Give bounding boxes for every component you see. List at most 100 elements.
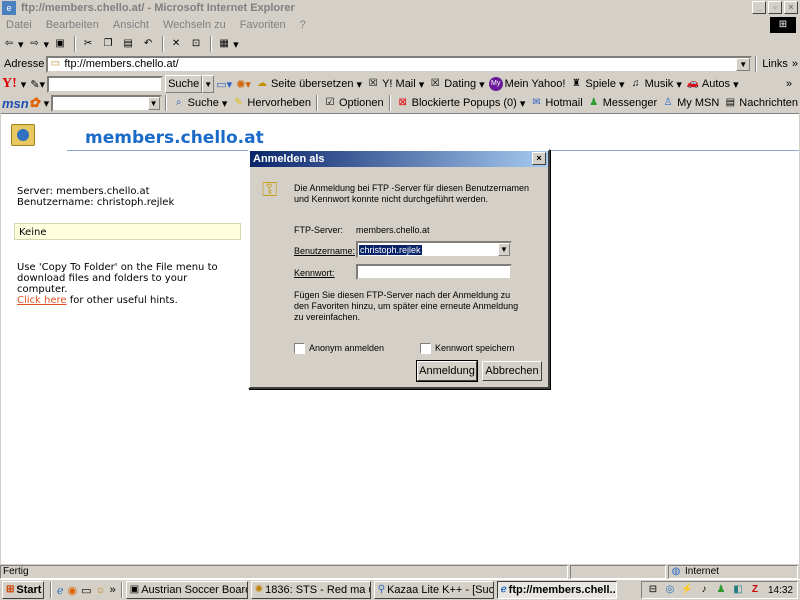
views-button[interactable]: ▦ ▾	[215, 35, 241, 53]
start-button[interactable]: ⊞ Start	[2, 581, 44, 599]
properties-icon: ⊡	[191, 38, 201, 49]
pencil-icon[interactable]: ✎▾	[28, 75, 47, 93]
music-button[interactable]: ♫ Musik ▾	[627, 75, 684, 93]
msn-options-button[interactable]: ☑ Optionen	[321, 94, 386, 112]
dating-button[interactable]: ☒ Dating ▾	[426, 75, 486, 93]
my-yahoo-button[interactable]: My Mein Yahoo!	[487, 75, 568, 93]
quicklaunch-firefox-icon[interactable]: ◉	[66, 581, 80, 599]
tray-volume-icon[interactable]: ♪	[697, 583, 711, 597]
menu-bar: Datei Bearbeiten Ansicht Wechseln zu Fav…	[0, 16, 800, 34]
status-panel-empty	[570, 564, 666, 579]
games-button[interactable]: ♜ Spiele ▾	[567, 75, 626, 93]
close-window-button[interactable]: ×	[784, 1, 798, 14]
games-icon: ♜	[571, 78, 581, 89]
paste-button[interactable]: ▤	[119, 35, 139, 53]
dialog-close-button[interactable]: ×	[532, 152, 546, 165]
properties-button[interactable]: ⊡	[187, 35, 207, 53]
highlight-icon[interactable]: ▭▾	[214, 75, 234, 93]
quicklaunch-chevron-icon[interactable]: »	[108, 581, 118, 599]
window-titlebar[interactable]: e ftp://members.chello.at/ - Microsoft I…	[0, 0, 800, 16]
news-button[interactable]: ▤ Nachrichten	[721, 94, 800, 112]
hotmail-button[interactable]: ✉ Hotmail	[527, 94, 584, 112]
task-kazaa[interactable]: ⚲Kazaa Lite K++ - [Suchen]	[373, 581, 494, 599]
mymsn-button[interactable]: ♙ My MSN	[659, 94, 721, 112]
minimize-button[interactable]: _	[752, 1, 766, 14]
quicklaunch-ie-icon[interactable]: ℯ	[55, 581, 66, 599]
task-sts[interactable]: ✺1836: STS - Red ma uns ...	[250, 581, 371, 599]
translate-button[interactable]: ☁ Seite übersetzen ▾	[253, 75, 364, 93]
msn-logo-icon[interactable]: msn ✿	[0, 94, 42, 112]
status-bar: Fertig ◍ Internet	[0, 564, 800, 579]
address-dropdown-button[interactable]: ▼	[736, 57, 751, 71]
yahoo-search-button[interactable]: Suche	[165, 75, 203, 93]
address-input[interactable]: ▭ ftp://members.chello.at/ ▼	[46, 55, 753, 73]
tray-messenger-icon[interactable]: ♟	[714, 583, 728, 597]
task-austrian-soccer[interactable]: ▣Austrian Soccer Board -> ...	[125, 581, 248, 599]
autos-button[interactable]: 🚗 Autos ▾	[684, 75, 741, 93]
tray-antivirus-icon[interactable]: ⚡	[680, 583, 694, 597]
yahoo-search-input[interactable]	[47, 75, 164, 93]
server-line: Server: members.chello.at	[17, 186, 150, 197]
yahoo-more-chevron-icon[interactable]: »	[784, 75, 794, 93]
forward-button[interactable]: ⇨ ▾	[26, 35, 52, 53]
menu-favorites[interactable]: Favoriten	[240, 19, 286, 31]
msn-highlight-button[interactable]: ✎ Hervorheben	[229, 94, 313, 112]
tray-zonealarm-icon[interactable]: Z	[748, 583, 762, 597]
back-button[interactable]: ⇦ ▾	[0, 35, 26, 53]
my-yahoo-icon: My	[488, 77, 503, 91]
menu-file[interactable]: Datei	[6, 19, 32, 31]
delete-button[interactable]: ✕	[167, 35, 187, 53]
selection-text: Keine	[19, 227, 47, 238]
cut-button[interactable]: ✂	[79, 35, 99, 53]
tray-network-icon[interactable]: ⊟	[646, 583, 660, 597]
options-icon: ☑	[325, 97, 335, 108]
news-icon: ▤	[725, 97, 736, 108]
menu-view[interactable]: Ansicht	[113, 19, 149, 31]
menu-edit[interactable]: Bearbeiten	[46, 19, 99, 31]
yahoo-menu-chevron-icon[interactable]: ▾	[19, 75, 29, 93]
undo-button[interactable]: ↶	[139, 35, 159, 53]
quicklaunch-explorer-icon[interactable]: ▭	[79, 581, 93, 599]
username-field[interactable]: christoph.rejlek ▼	[356, 241, 512, 258]
copy-button[interactable]: ❐	[99, 35, 119, 53]
save-password-checkbox[interactable]: Kennwort speichern	[420, 343, 515, 355]
address-label: Adresse	[4, 58, 45, 70]
popup-blocker-button[interactable]: ⊠ Blockierte Popups (0) ▾	[394, 94, 528, 112]
yahoo-options-icon[interactable]: ✺▾	[234, 75, 253, 93]
server-info: Server: members.chello.at Benutzername: …	[17, 186, 237, 208]
messenger-button[interactable]: ♟ Messenger	[585, 94, 659, 112]
task-ftp-ie[interactable]: ℯ ftp://members.chell...	[496, 581, 617, 599]
scissors-icon: ✂	[83, 38, 93, 49]
yahoo-search-dropdown[interactable]: ▼	[202, 75, 215, 93]
up-folder-button[interactable]: ▣	[51, 35, 71, 53]
anonymous-checkbox-box[interactable]	[294, 343, 305, 355]
task-ie-icon: ℯ	[500, 584, 507, 595]
menu-help[interactable]: ?	[300, 19, 306, 31]
tray-app-icon[interactable]: ◎	[663, 583, 677, 597]
yahoo-mail-button[interactable]: ☒ Y! Mail ▾	[364, 75, 426, 93]
msn-search-input[interactable]: ▼	[51, 94, 162, 112]
maximize-button[interactable]: ▫	[768, 1, 782, 14]
dialog-info: Fügen Sie diesen FTP-Server nach der Anm…	[294, 290, 519, 322]
username-dropdown-button[interactable]: ▼	[498, 243, 510, 256]
menu-go[interactable]: Wechseln zu	[163, 19, 226, 31]
cancel-button[interactable]: Abbrechen	[482, 361, 542, 381]
links-button[interactable]: Links	[760, 55, 790, 73]
selection-panel: Keine	[14, 223, 241, 240]
yahoo-logo-icon[interactable]: Y!	[0, 75, 19, 93]
msn-search-button[interactable]: ⌕ Suche ▾	[170, 94, 230, 112]
quicklaunch-app-icon[interactable]: ☼	[94, 581, 108, 599]
dialog-titlebar[interactable]: Anmelden als ×	[250, 151, 548, 167]
password-field[interactable]	[356, 264, 512, 280]
links-chevron-icon[interactable]: »	[790, 55, 800, 73]
paste-icon: ▤	[123, 38, 133, 49]
tray-display-icon[interactable]: ◧	[731, 583, 745, 597]
msn-search-dropdown[interactable]: ▼	[147, 96, 160, 110]
save-password-checkbox-box[interactable]	[420, 343, 431, 355]
login-button[interactable]: Anmeldung	[416, 360, 478, 382]
search-icon: ⌕	[175, 97, 182, 108]
task-doc-icon: ▣	[129, 584, 140, 595]
hints-link[interactable]: Click here	[17, 295, 67, 306]
msn-menu-chevron-icon[interactable]: ▾	[42, 94, 52, 112]
anonymous-checkbox[interactable]: Anonym anmelden	[294, 343, 384, 355]
